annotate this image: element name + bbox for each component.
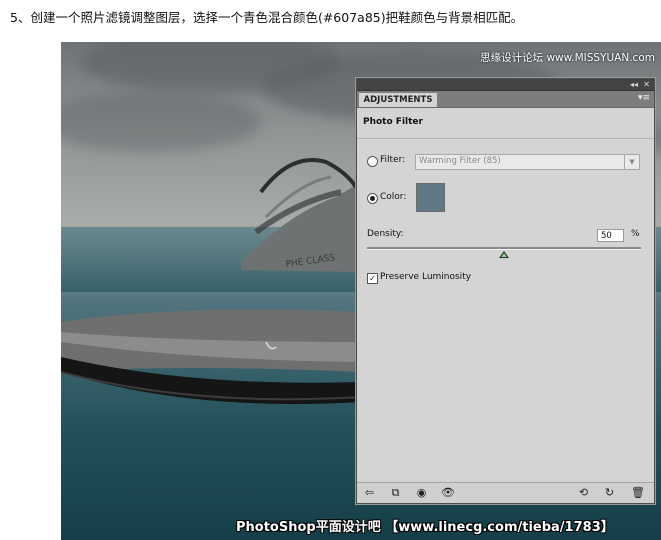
panel-menu-icon[interactable]: ▾≡ (638, 93, 650, 103)
clip-icon[interactable]: ⟲ (577, 486, 590, 499)
density-input[interactable]: 50 (597, 229, 624, 242)
tab-adjustments[interactable]: ADJUSTMENTS (359, 93, 437, 107)
color-radio[interactable] (367, 193, 378, 204)
filter-radio[interactable] (367, 156, 378, 167)
panel-topbar: ◂◂ ✕ (357, 79, 654, 91)
clip-to-layer-icon[interactable]: ⧉ (389, 486, 402, 499)
panel-bottom-toolbar: ⇦ ⧉ ◉ 👁 ⟲ ↻ 🗑 (357, 482, 654, 503)
back-arrow-icon[interactable]: ⇦ (363, 486, 376, 499)
watermark-top: 思缘设计论坛 www.MISSYUAN.com (480, 52, 655, 64)
color-label: Color: (380, 192, 407, 202)
density-label: Density: (367, 229, 404, 239)
density-slider-thumb[interactable] (499, 251, 509, 258)
view-previous-icon[interactable]: 👁 (441, 486, 455, 499)
density-unit: % (631, 229, 640, 239)
panel-title: Photo Filter (363, 117, 423, 127)
density-slider-track[interactable] (367, 247, 641, 250)
delete-icon[interactable]: 🗑 (631, 486, 645, 499)
instruction-caption: 5、创建一个照片滤镜调整图层，选择一个青色混合颜色(#607a85)把鞋颜色与背… (10, 10, 524, 25)
panel-header: Photo Filter (357, 108, 654, 139)
chevron-down-icon[interactable]: ▼ (624, 155, 639, 169)
panel-tab-row: ADJUSTMENTS ▾≡ (357, 91, 654, 108)
close-icon[interactable]: ✕ (643, 80, 650, 89)
preserve-luminosity-checkbox[interactable]: ✓ (367, 273, 378, 284)
watermark-bottom: PhotoShop平面设计吧 【www.linecg.com/tieba/178… (236, 520, 614, 535)
reset-icon[interactable]: ↻ (603, 486, 616, 499)
color-swatch[interactable] (416, 183, 445, 212)
adjustments-panel: ◂◂ ✕ ADJUSTMENTS ▾≡ Photo Filter Filter:… (356, 78, 655, 504)
toggle-visibility-eye-icon[interactable]: ◉ (415, 486, 428, 499)
filter-dropdown[interactable]: Warming Filter (85) ▼ (415, 154, 640, 170)
filter-label: Filter: (380, 155, 406, 165)
collapse-icon[interactable]: ◂◂ (630, 80, 638, 89)
filter-dropdown-value: Warming Filter (85) (419, 156, 501, 166)
preserve-luminosity-label: Preserve Luminosity (380, 272, 472, 282)
